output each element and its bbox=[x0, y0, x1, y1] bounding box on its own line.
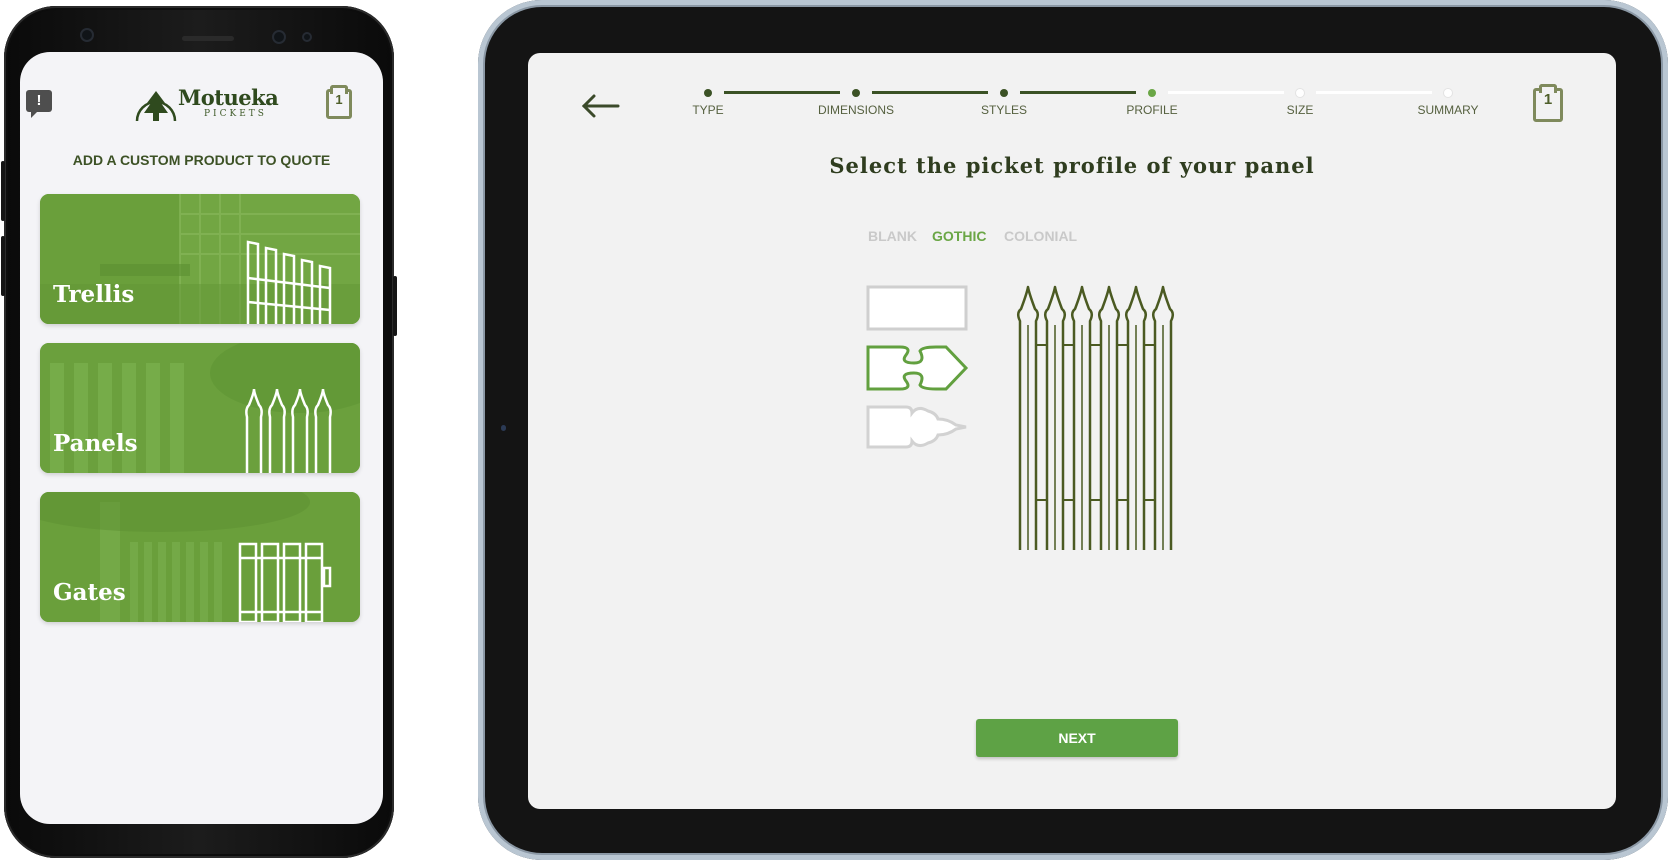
progress-stepper: TYPE DIMENSIONS STYLES PROFILE SIZE SUMM… bbox=[528, 83, 1616, 123]
step-connector bbox=[1020, 91, 1136, 94]
earpiece-speaker bbox=[182, 36, 234, 41]
product-card-label: Panels bbox=[53, 430, 138, 457]
profile-option-blank[interactable]: BLANK bbox=[868, 228, 917, 244]
trellis-icon bbox=[246, 240, 332, 324]
step-label-summary: SUMMARY bbox=[1417, 103, 1479, 117]
step-connector bbox=[872, 91, 988, 94]
gothic-panel-preview bbox=[1017, 285, 1174, 550]
next-button[interactable]: NEXT bbox=[976, 719, 1178, 757]
tablet-screen: TYPE DIMENSIONS STYLES PROFILE SIZE SUMM… bbox=[528, 53, 1616, 809]
step-dot-summary bbox=[1444, 89, 1452, 97]
step-label-dimensions[interactable]: DIMENSIONS bbox=[796, 103, 916, 117]
step-label-size: SIZE bbox=[1286, 103, 1314, 117]
profile-option-colonial[interactable]: COLONIAL bbox=[1004, 228, 1077, 244]
front-camera-icon bbox=[272, 30, 286, 44]
phone-heading: ADD A CUSTOM PRODUCT TO QUOTE bbox=[72, 152, 331, 168]
step-label-styles[interactable]: STYLES bbox=[944, 103, 1064, 117]
step-connector bbox=[1168, 91, 1284, 94]
quote-count: 1 bbox=[335, 92, 343, 107]
power-button bbox=[393, 276, 397, 336]
quote-count: 1 bbox=[1543, 91, 1553, 108]
volume-button bbox=[1, 161, 5, 221]
phone-device: ! Motueka PICKETS 1 ADD A CUSTOM PRODUCT… bbox=[1, 6, 397, 858]
gothic-profile-icon[interactable] bbox=[866, 343, 970, 393]
step-dot-profile[interactable] bbox=[1148, 89, 1156, 97]
logo-name: Motueka bbox=[178, 85, 279, 110]
product-card-panels[interactable]: Panels bbox=[40, 343, 360, 473]
product-card-label: Trellis bbox=[53, 281, 135, 308]
step-connector bbox=[724, 91, 840, 94]
volume-button bbox=[1, 236, 5, 296]
step-label-type[interactable]: TYPE bbox=[648, 103, 768, 117]
step-dot-size bbox=[1296, 89, 1304, 97]
sensor-icon bbox=[80, 28, 94, 42]
pine-tree-icon bbox=[135, 91, 177, 122]
page-title: Select the picket profile of your panel bbox=[829, 153, 1315, 178]
gate-icon bbox=[238, 542, 332, 622]
product-card-gates[interactable]: Gates bbox=[40, 492, 360, 622]
phone-screen: ! Motueka PICKETS 1 ADD A CUSTOM PRODUCT… bbox=[20, 52, 383, 824]
colonial-profile-icon[interactable] bbox=[866, 403, 970, 451]
logo-subtitle: PICKETS bbox=[204, 109, 267, 119]
quote-clipboard-icon[interactable]: 1 bbox=[1533, 88, 1563, 122]
alert-message-icon[interactable]: ! bbox=[26, 90, 52, 118]
step-connector bbox=[1316, 91, 1432, 94]
quote-clipboard-icon[interactable]: 1 bbox=[326, 89, 352, 119]
step-dot-styles[interactable] bbox=[1000, 89, 1008, 97]
tablet-camera-icon bbox=[501, 425, 506, 431]
motueka-logo: Motueka PICKETS bbox=[134, 85, 279, 125]
step-label-profile[interactable]: PROFILE bbox=[1092, 103, 1212, 117]
product-card-label: Gates bbox=[53, 579, 126, 606]
step-dot-dimensions[interactable] bbox=[852, 89, 860, 97]
profile-option-gothic[interactable]: GOTHIC bbox=[932, 228, 986, 244]
gothic-panel-icon bbox=[245, 388, 332, 473]
sensor-icon bbox=[302, 32, 312, 42]
blank-profile-icon[interactable] bbox=[866, 285, 970, 333]
product-card-trellis[interactable]: Trellis bbox=[40, 194, 360, 324]
step-dot-type[interactable] bbox=[704, 89, 712, 97]
